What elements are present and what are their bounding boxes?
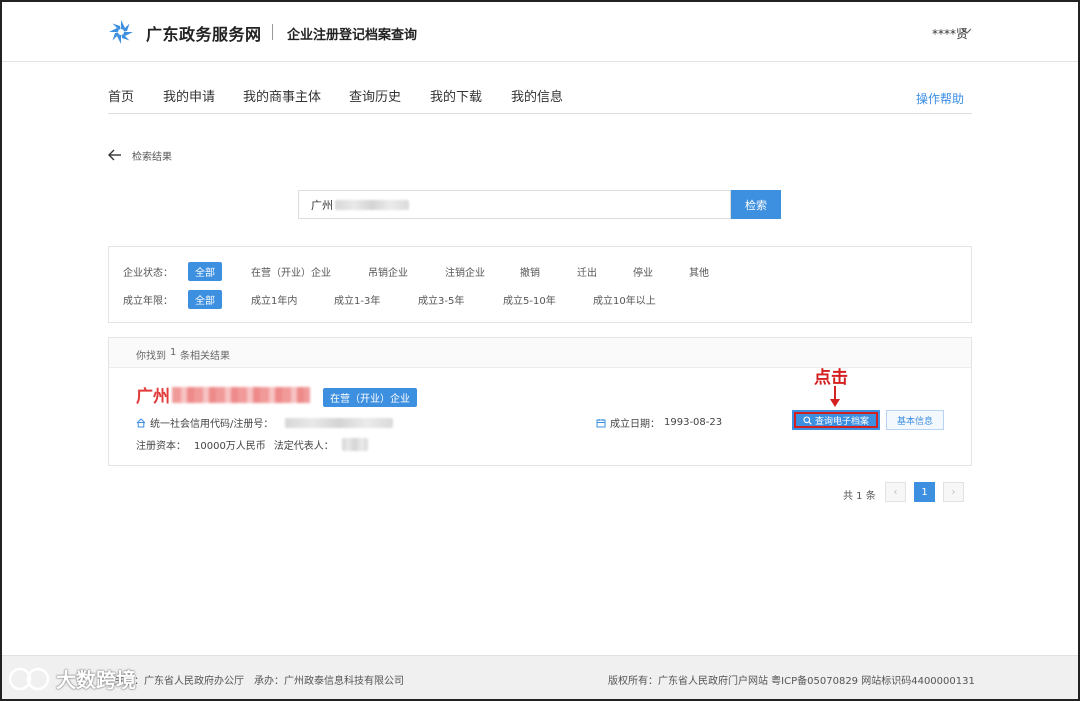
nav-my-info[interactable]: 我的信息 (511, 86, 563, 105)
brand-divider (272, 24, 273, 40)
filter-panel: 企业状态： 全部 在营（开业）企业 吊销企业 注销企业 撤销 迁出 停业 其他 … (108, 246, 972, 323)
search-input[interactable]: 广州 (298, 190, 731, 219)
watermark-text: 大数跨境 (56, 668, 136, 692)
legal-rep-label: 法定代表人： (273, 441, 334, 452)
footer-rights: 版权所有：广东省人民政府门户网站 粤ICP备05070829 网站标识码4400… (608, 676, 975, 687)
status-option-withdrawn[interactable]: 撤销 (520, 264, 540, 279)
redacted-legal-rep (341, 438, 368, 451)
nav-my-downloads[interactable]: 我的下载 (430, 86, 482, 105)
top-header: 广东政务服务网 企业注册登记档案查询 ****贤 (2, 2, 1078, 62)
status-option-cancelled[interactable]: 注销企业 (445, 264, 485, 279)
watermark: 大数跨境 (8, 664, 136, 693)
query-archive-button[interactable]: 查询电子档案 (792, 410, 880, 430)
home-icon (136, 417, 146, 427)
company-name-prefix: 广州 (136, 387, 170, 407)
query-archive-label: 查询电子档案 (814, 416, 869, 427)
established-date-row: 成立日期： 1993-08-23 (596, 415, 722, 430)
back-link[interactable]: 检索结果 (108, 147, 172, 163)
company-name-link[interactable]: 广州 (136, 382, 310, 407)
capital-row: 注册资本： 10000万人民币 法定代表人： (136, 437, 368, 452)
footer-contractor: 承办：广州政泰信息科技有限公司 (254, 676, 404, 687)
status-filter-label: 企业状态： (123, 268, 173, 279)
nav-my-applications[interactable]: 我的申请 (163, 86, 215, 105)
page-subtitle: 企业注册登记档案查询 (287, 28, 418, 43)
age-option-10y-plus[interactable]: 成立10年以上 (593, 292, 656, 307)
nav-query-history[interactable]: 查询历史 (349, 86, 401, 105)
brand-title: 广东政务服务网 (146, 25, 262, 44)
chevron-down-icon[interactable] (962, 26, 972, 36)
footer: 主办：广东省人民政府办公厅 承办：广州政泰信息科技有限公司 版权所有：广东省人民… (2, 655, 1078, 699)
pagination-prev[interactable]: ‹ (885, 482, 906, 502)
search-value: 广州 (311, 198, 333, 212)
pagination-page[interactable]: 1 (914, 482, 935, 502)
nav-home[interactable]: 首页 (108, 86, 134, 105)
redacted-text (335, 199, 409, 210)
status-badge: 在营（开业）企业 (323, 388, 417, 407)
main-nav: 首页 我的申请 我的商事主体 查询历史 我的下载 我的信息 操作帮助 (108, 86, 972, 114)
search-button[interactable]: 检索 (731, 190, 781, 219)
established-label: 成立日期： (610, 419, 660, 430)
pagination-next[interactable]: › (943, 482, 964, 502)
help-link[interactable]: 操作帮助 (916, 90, 964, 107)
results-found-prefix: 你找到 (136, 351, 166, 362)
back-label: 检索结果 (132, 151, 172, 163)
watermark-logo-icon (8, 667, 50, 690)
capital-value: 10000万人民币 (194, 441, 266, 452)
results-found-suffix: 条相关结果 (180, 351, 230, 362)
status-option-all[interactable]: 全部 (188, 262, 222, 281)
logo-icon (109, 20, 133, 44)
redacted-credit-code (285, 417, 394, 428)
age-option-1-3y[interactable]: 成立1-3年 (334, 292, 380, 307)
results-panel: 你找到 1 条相关结果 广州 在营（开业）企业 统一社会信用代码/注册号： 成立… (108, 337, 972, 466)
calendar-icon (596, 418, 606, 427)
search-icon (803, 415, 812, 425)
redacted-company-name (172, 386, 310, 403)
established-date: 1993-08-23 (664, 417, 723, 428)
age-filter-label: 成立年限： (123, 296, 173, 307)
credit-code-row: 统一社会信用代码/注册号： (136, 415, 394, 430)
age-option-3-5y[interactable]: 成立3-5年 (418, 292, 464, 307)
basic-info-button[interactable]: 基本信息 (886, 410, 944, 430)
status-option-other[interactable]: 其他 (689, 264, 709, 279)
results-count: 1 (170, 347, 177, 358)
status-option-suspended[interactable]: 停业 (633, 264, 653, 279)
capital-label: 注册资本： (136, 441, 186, 452)
status-option-moved-out[interactable]: 迁出 (577, 264, 597, 279)
nav-my-business-entities[interactable]: 我的商事主体 (243, 86, 321, 105)
status-option-revoked[interactable]: 吊销企业 (368, 264, 408, 279)
age-option-1y[interactable]: 成立1年内 (251, 292, 297, 307)
pagination-total: 共 1 条 (843, 491, 876, 502)
credit-code-label: 统一社会信用代码/注册号： (150, 419, 274, 430)
status-option-operating[interactable]: 在营（开业）企业 (251, 264, 331, 279)
arrow-down-icon (830, 386, 840, 407)
click-annotation: 点击 (814, 368, 848, 388)
age-option-all[interactable]: 全部 (188, 290, 222, 309)
age-option-5-10y[interactable]: 成立5-10年 (503, 292, 556, 307)
arrow-left-icon (108, 149, 121, 161)
